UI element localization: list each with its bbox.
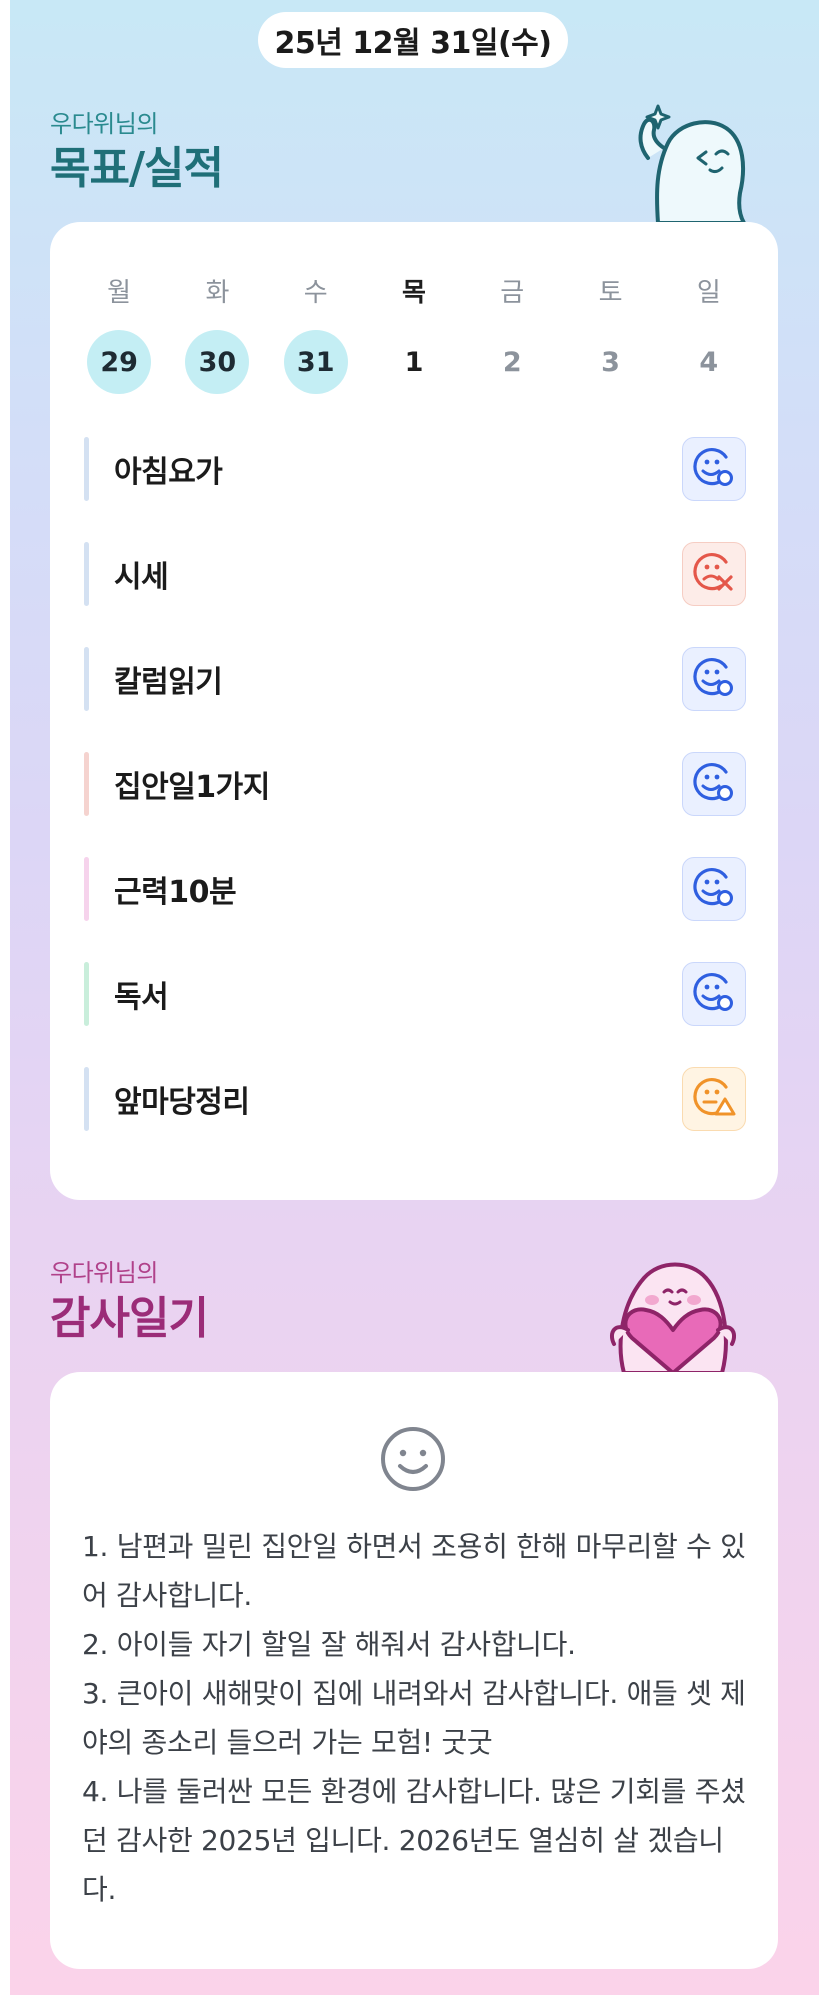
smile-face-icon	[381, 1427, 445, 1491]
date-day-1[interactable]: 1	[382, 330, 446, 394]
weekday-header: 월 화 수 목 금 토 일	[50, 272, 778, 309]
goals-title: 목표/실적	[50, 143, 224, 194]
goal-label: 칼럼읽기	[114, 665, 223, 700]
weekday-sun: 일	[696, 278, 721, 308]
date-day-31[interactable]: 31	[283, 330, 348, 394]
ghost-mascot-icon	[638, 104, 747, 223]
goal-accent-bar	[84, 647, 89, 711]
gratitude-line: 4. 나를 둘러싼 모든 환경에 감사합니다. 많은 기회를 주셨던 감사한 2…	[82, 1775, 746, 1906]
goal-status-success[interactable]	[682, 857, 746, 921]
date-day-29[interactable]: 29	[87, 330, 152, 394]
smile-check-icon	[692, 445, 736, 493]
goal-status-success[interactable]	[682, 752, 746, 816]
goal-item-sise[interactable]: 시세	[84, 540, 746, 608]
smile-check-icon	[692, 760, 736, 808]
frame-edge-left	[0, 0, 10, 1995]
neutral-warning-icon	[692, 1075, 736, 1123]
gratitude-line: 2. 아이들 자기 할일 잘 해줘서 감사합니다.	[82, 1628, 576, 1661]
heart-mascot-icon	[609, 1262, 737, 1373]
date-day-2[interactable]: 2	[480, 330, 544, 394]
goal-accent-bar	[84, 752, 89, 816]
goal-accent-bar	[84, 542, 89, 606]
date-row: 29 30 31 1 2 3 4	[50, 330, 778, 394]
goal-label: 아침요가	[114, 455, 223, 490]
goal-item-column-reading[interactable]: 칼럼읽기	[84, 645, 746, 713]
goal-label: 앞마당정리	[114, 1085, 250, 1120]
date-day-4[interactable]: 4	[677, 330, 741, 394]
gratitude-line: 1. 남편과 밀린 집안일 하면서 조용히 한해 마무리할 수 있어 감사합니다…	[82, 1530, 746, 1612]
goal-status-success[interactable]	[682, 962, 746, 1026]
goals-card: 월 화 수 목 금 토 일 29 30 31 1 2 3 4 아침요가 시세 칼…	[50, 222, 778, 1200]
goal-item-yard-cleanup[interactable]: 앞마당정리	[84, 1065, 746, 1133]
goal-item-strength[interactable]: 근력10분	[84, 855, 746, 923]
date-day-30[interactable]: 30	[185, 330, 250, 394]
gratitude-title: 감사일기	[50, 1293, 209, 1344]
goal-status-fail[interactable]	[682, 542, 746, 606]
gratitude-text: 1. 남편과 밀린 집안일 하면서 조용히 한해 마무리할 수 있어 감사합니다…	[82, 1522, 748, 1914]
weekday-wed: 수	[303, 278, 328, 308]
goal-status-partial[interactable]	[682, 1067, 746, 1131]
gratitude-card: 1. 남편과 밀린 집안일 하면서 조용히 한해 마무리할 수 있어 감사합니다…	[50, 1372, 778, 1969]
goal-item-housework[interactable]: 집안일1가지	[84, 750, 746, 818]
smile-check-icon	[692, 970, 736, 1018]
goal-label: 근력10분	[114, 875, 237, 910]
goal-accent-bar	[84, 962, 89, 1026]
goal-accent-bar	[84, 857, 89, 921]
goal-label: 시세	[114, 560, 169, 595]
date-day-3[interactable]: 3	[579, 330, 643, 394]
frame-edge-right	[819, 0, 827, 1995]
goal-status-success[interactable]	[682, 647, 746, 711]
smile-check-icon	[692, 655, 736, 703]
gratitude-line: 3. 큰아이 새해맞이 집에 내려와서 감사합니다. 애들 셋 제야의 종소리 …	[82, 1677, 746, 1759]
weekday-mon: 월	[107, 278, 132, 308]
goal-item-reading[interactable]: 독서	[84, 960, 746, 1028]
goal-status-success[interactable]	[682, 437, 746, 501]
weekday-sat: 토	[598, 278, 623, 308]
goal-label: 집안일1가지	[114, 770, 270, 805]
goal-label: 독서	[114, 980, 169, 1015]
smile-check-icon	[692, 865, 736, 913]
sad-x-icon	[692, 550, 736, 598]
goal-accent-bar	[84, 437, 89, 501]
weekday-thu: 목	[402, 278, 426, 308]
goal-accent-bar	[84, 1067, 89, 1131]
date-selector[interactable]: 25년 12월 31일(수)	[258, 12, 568, 68]
goal-item-morning-yoga[interactable]: 아침요가	[84, 435, 746, 503]
weekday-fri: 금	[500, 278, 525, 308]
weekday-tue: 화	[205, 278, 230, 308]
